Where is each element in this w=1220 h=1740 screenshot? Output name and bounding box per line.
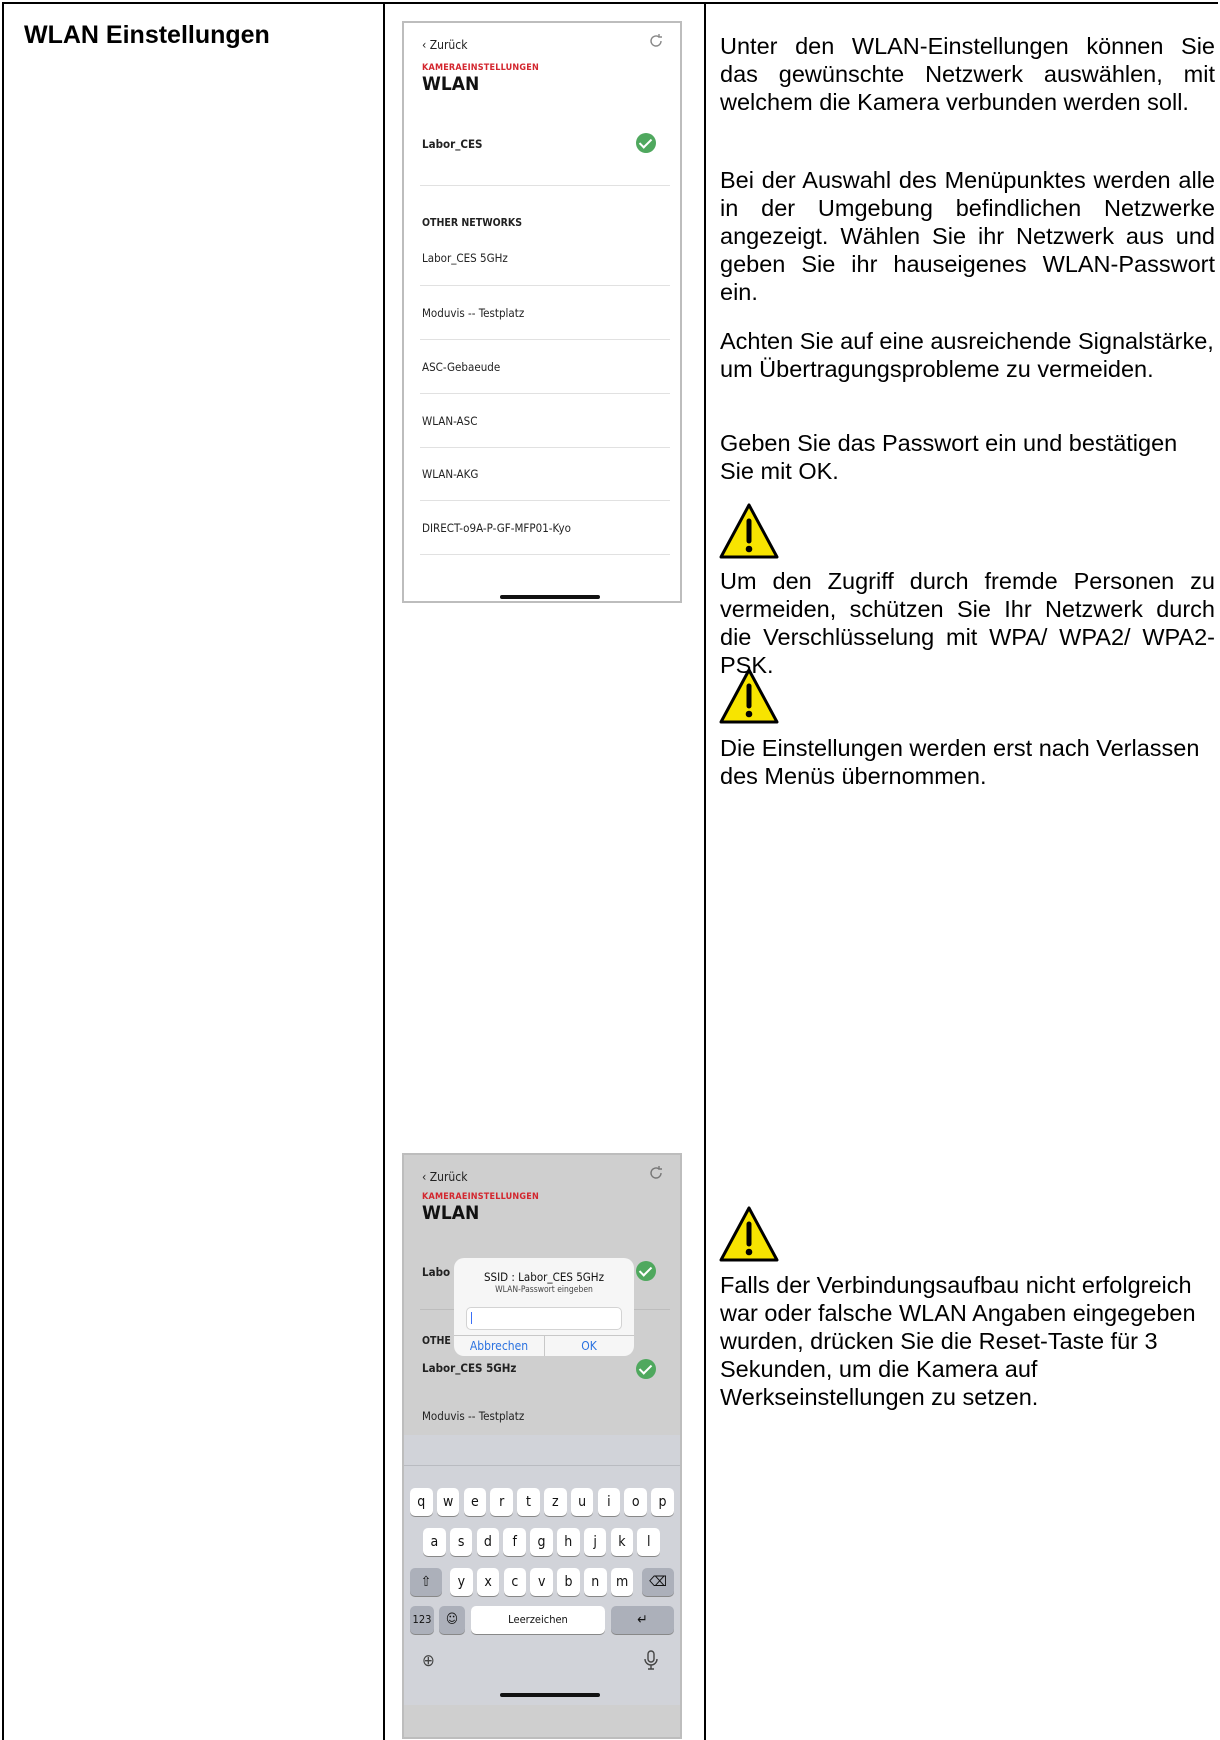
connected-network-partial[interactable]: Labo xyxy=(422,1265,450,1279)
key-q[interactable]: q xyxy=(410,1488,433,1516)
warning-icon xyxy=(719,668,779,724)
key-b[interactable]: b xyxy=(557,1568,580,1596)
paragraph-apply: Die Einstellungen werden erst nach Verla… xyxy=(720,735,1200,789)
key-z[interactable]: z xyxy=(544,1488,567,1516)
key-p[interactable]: p xyxy=(651,1488,674,1516)
network-item[interactable]: Labor_CES 5GHz xyxy=(422,251,508,265)
paragraph-reset: Falls der Verbindungsaufbau nicht erfolg… xyxy=(720,1272,1196,1410)
warning-icon xyxy=(719,1206,779,1262)
separator xyxy=(420,285,670,286)
key-m[interactable]: m xyxy=(610,1568,634,1596)
key-t[interactable]: t xyxy=(517,1488,540,1516)
password-input[interactable] xyxy=(466,1307,622,1330)
connected-check-icon xyxy=(636,1261,656,1281)
table-divider-2 xyxy=(704,2,706,1740)
screen-kicker: KAMERAEINSTELLUNGEN xyxy=(422,1192,539,1202)
screen-kicker: KAMERAEINSTELLUNGEN xyxy=(422,63,539,73)
refresh-icon[interactable] xyxy=(646,31,666,51)
password-dialog: SSID : Labor_CES 5GHz WLAN-Passwort eing… xyxy=(454,1258,634,1356)
key-a[interactable]: a xyxy=(423,1528,446,1556)
key-v[interactable]: v xyxy=(530,1568,553,1596)
network-item[interactable]: Moduvis -- Testplatz xyxy=(422,306,524,320)
home-indicator xyxy=(500,595,600,599)
key-y[interactable]: y xyxy=(450,1568,473,1596)
selected-network[interactable]: Labor_CES 5GHz xyxy=(422,1361,516,1375)
onscreen-keyboard: qwertzuiop asdfghjkl yxcvbnm ⇧ ⌫ 123 ☺ L… xyxy=(404,1435,680,1705)
key-e[interactable]: e xyxy=(463,1488,487,1516)
back-button[interactable]: ‹ Zurück xyxy=(422,38,467,52)
text-caret xyxy=(471,1312,472,1324)
network-item[interactable]: WLAN-AKG xyxy=(422,467,478,481)
screen-title: WLAN xyxy=(422,73,480,95)
selected-check-icon xyxy=(636,1359,656,1379)
emoji-key[interactable]: ☺ xyxy=(439,1606,465,1634)
globe-icon[interactable]: ⊕ xyxy=(422,1651,435,1671)
table-border-left xyxy=(2,2,4,1740)
network-item[interactable]: DIRECT-o9A-P-GF-MFP01-Kyo xyxy=(422,521,571,535)
separator xyxy=(420,185,670,186)
key-g[interactable]: g xyxy=(530,1528,553,1556)
network-item[interactable]: ASC-Gebaeude xyxy=(422,360,500,374)
key-h[interactable]: h xyxy=(557,1528,580,1556)
cancel-button[interactable]: Abbrechen xyxy=(454,1339,544,1353)
paragraph-signal: Achten Sie auf eine ausreichende Signals… xyxy=(720,328,1214,382)
delete-key[interactable]: ⌫ xyxy=(642,1568,674,1596)
section-title: WLAN Einstellungen xyxy=(24,21,270,49)
back-button[interactable]: ‹ Zurück xyxy=(422,1170,467,1184)
key-n[interactable]: n xyxy=(584,1568,607,1596)
connected-network[interactable]: Labor_CES xyxy=(422,137,482,151)
refresh-icon[interactable] xyxy=(646,1163,666,1183)
separator xyxy=(420,393,670,394)
key-j[interactable]: j xyxy=(583,1528,607,1556)
paragraph-password: Geben Sie das Passwort ein und bestätige… xyxy=(720,430,1178,484)
connected-check-icon xyxy=(636,133,656,153)
key-x[interactable]: x xyxy=(476,1568,500,1596)
key-u[interactable]: u xyxy=(570,1488,594,1516)
key-r[interactable]: r xyxy=(490,1488,513,1516)
phone-screenshot-password-dialog: ‹ Zurück KAMERAEINSTELLUNGEN WLAN Labo O… xyxy=(402,1153,682,1739)
shift-key[interactable]: ⇧ xyxy=(410,1568,442,1596)
suggestion-divider xyxy=(404,1465,680,1466)
return-key[interactable]: ↵ xyxy=(611,1606,674,1634)
key-l[interactable]: l xyxy=(637,1528,660,1556)
screen-title: WLAN xyxy=(422,1202,480,1224)
key-s[interactable]: s xyxy=(449,1528,473,1556)
key-c[interactable]: c xyxy=(503,1568,527,1596)
ok-button[interactable]: OK xyxy=(544,1339,634,1353)
microphone-icon[interactable] xyxy=(642,1649,660,1671)
key-f[interactable]: f xyxy=(503,1528,526,1556)
key-k[interactable]: k xyxy=(610,1528,634,1556)
other-networks-header: OTHER NETWORKS xyxy=(422,217,523,229)
phone-screenshot-wlan-list: ‹ Zurück KAMERAEINSTELLUNGEN WLAN Labor_… xyxy=(402,21,682,603)
key-i[interactable]: i xyxy=(597,1488,621,1516)
network-item[interactable]: Moduvis -- Testplatz xyxy=(422,1409,524,1423)
dialog-subtitle: WLAN-Passwort eingeben xyxy=(495,1285,593,1295)
space-key[interactable]: Leerzeichen xyxy=(471,1606,605,1634)
key-d[interactable]: d xyxy=(476,1528,500,1556)
separator xyxy=(420,339,670,340)
network-item[interactable]: WLAN-ASC xyxy=(422,414,477,428)
numbers-key[interactable]: 123 xyxy=(410,1606,434,1634)
paragraph-intro: Unter den WLAN-Einstellungen können Sie … xyxy=(720,33,1215,115)
separator xyxy=(420,447,670,448)
separator xyxy=(420,500,670,501)
separator xyxy=(420,554,670,555)
home-indicator xyxy=(500,1693,600,1697)
key-o[interactable]: o xyxy=(624,1488,647,1516)
paragraph-encryption: Um den Zugriff durch fremde Personen zu … xyxy=(720,568,1215,678)
table-divider-1 xyxy=(383,2,385,1740)
table-border-top xyxy=(2,2,1218,4)
other-networks-header-partial: OTHE xyxy=(422,1335,451,1347)
paragraph-selection: Bei der Auswahl des Menüpunktes werden a… xyxy=(720,167,1215,305)
key-w[interactable]: w xyxy=(436,1488,460,1516)
dialog-title: SSID : Labor_CES 5GHz xyxy=(483,1270,605,1284)
warning-icon xyxy=(719,503,779,559)
